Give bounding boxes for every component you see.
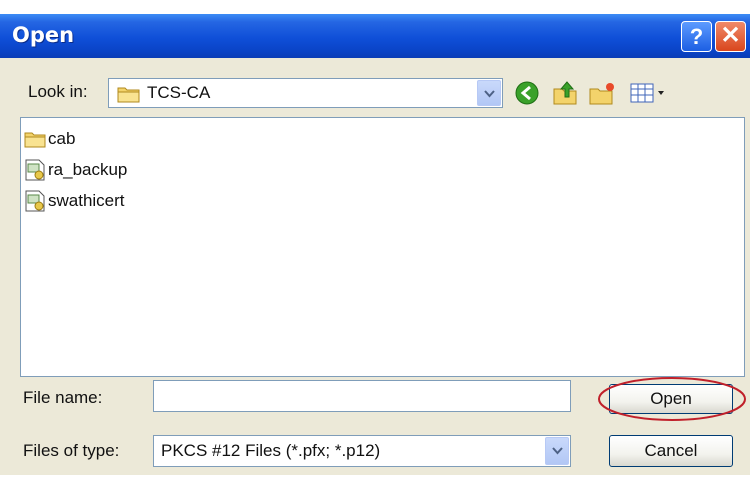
file-list[interactable]: cab ra_backup swathicert bbox=[20, 117, 745, 377]
files-of-type-label: Files of type: bbox=[23, 441, 120, 460]
look-in-label: Look in: bbox=[28, 82, 88, 101]
help-icon: ? bbox=[689, 24, 704, 49]
list-item-label: cab bbox=[48, 129, 76, 148]
back-icon[interactable] bbox=[513, 79, 541, 107]
look-in-dropdown[interactable]: TCS-CA bbox=[108, 78, 503, 108]
help-button[interactable]: ? bbox=[681, 21, 712, 52]
file-name-label: File name: bbox=[23, 388, 103, 407]
list-item[interactable]: ra_backup bbox=[24, 156, 127, 184]
folder-icon bbox=[117, 87, 140, 103]
close-button[interactable]: ✕ bbox=[715, 21, 746, 52]
new-folder-icon[interactable] bbox=[587, 79, 617, 107]
look-in-dropdown-button[interactable] bbox=[477, 80, 501, 106]
list-item-label: swathicert bbox=[48, 191, 125, 210]
cancel-button[interactable]: Cancel bbox=[609, 435, 733, 467]
up-folder-icon[interactable] bbox=[551, 79, 579, 107]
list-item[interactable]: swathicert bbox=[24, 187, 125, 215]
file-name-input[interactable] bbox=[153, 380, 571, 412]
files-of-type-value: PKCS #12 Files (*.pfx; *.p12) bbox=[161, 441, 381, 460]
files-of-type-dropdown-button[interactable] bbox=[545, 437, 569, 465]
dialog-title: Open bbox=[12, 23, 75, 47]
chevron-down-icon bbox=[484, 90, 495, 98]
files-of-type-dropdown[interactable]: PKCS #12 Files (*.pfx; *.p12) bbox=[153, 435, 571, 467]
look-in-value: TCS-CA bbox=[147, 83, 211, 102]
chevron-down-icon bbox=[552, 447, 563, 455]
cancel-button-label: Cancel bbox=[644, 441, 698, 460]
highlight-ring bbox=[598, 377, 746, 421]
title-bar[interactable]: Open ? ✕ bbox=[0, 14, 750, 58]
close-icon: ✕ bbox=[720, 22, 741, 49]
list-item-label: ra_backup bbox=[48, 160, 128, 179]
certificate-file-icon bbox=[25, 190, 45, 212]
view-menu-icon[interactable] bbox=[628, 79, 668, 107]
list-item[interactable]: cab bbox=[24, 125, 75, 153]
certificate-file-icon bbox=[25, 159, 45, 181]
open-dialog: Open ? ✕ Look in: TCS-CA cab ra_backup s… bbox=[0, 14, 750, 475]
folder-icon bbox=[24, 132, 46, 148]
